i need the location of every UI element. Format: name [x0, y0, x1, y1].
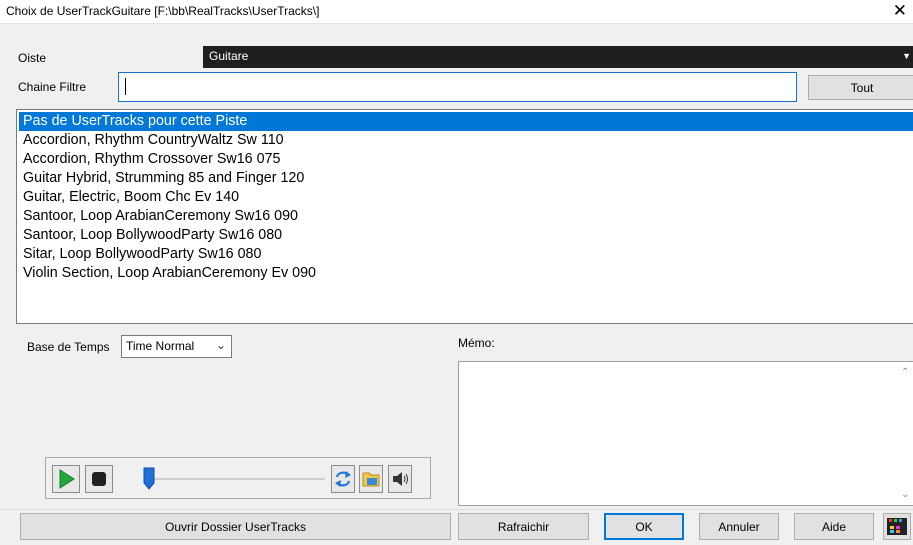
folder-save-icon [362, 472, 380, 487]
chevron-down-icon: ⌄ [215, 338, 226, 352]
piste-dropdown[interactable]: Guitare ▼ [203, 46, 913, 68]
ok-button[interactable]: OK [604, 513, 684, 540]
text-caret [125, 78, 126, 95]
position-track [149, 478, 325, 480]
memo-scrollbar[interactable]: ⌃ ⌄ [898, 362, 913, 505]
list-item[interactable]: Santoor, Loop ArabianCeremony Sw16 090 [19, 207, 913, 226]
cancel-button[interactable]: Annuler [699, 513, 779, 540]
title-bar: Choix de UserTrackGuitare [F:\bb\RealTra… [0, 0, 913, 24]
timebase-dropdown[interactable]: Time Normal ⌄ [121, 335, 232, 358]
stop-button[interactable] [85, 465, 113, 493]
piste-label: Oiste [18, 51, 47, 65]
list-item[interactable]: Accordion, Rhythm CountryWaltz Sw 110 [19, 131, 913, 150]
list-item[interactable]: Santoor, Loop BollywoodParty Sw16 080 [19, 226, 913, 245]
scroll-down-icon[interactable]: ⌄ [901, 489, 909, 500]
memo-label: Mémo: [458, 336, 495, 350]
timebase-label: Base de Temps [27, 340, 110, 354]
all-button[interactable]: Tout [808, 75, 913, 100]
list-item[interactable]: Guitar, Electric, Boom Chc Ev 140 [19, 188, 913, 207]
list-item[interactable]: Violin Section, Loop ArabianCeremony Ev … [19, 264, 913, 283]
loop-button[interactable] [331, 465, 355, 493]
list-item[interactable]: Accordion, Rhythm Crossover Sw16 075 [19, 150, 913, 169]
filter-label: Chaine Filtre [18, 80, 87, 94]
save-button[interactable] [359, 465, 383, 493]
help-button[interactable]: Aide [794, 513, 874, 540]
volume-button[interactable] [388, 465, 412, 493]
transport-panel [45, 457, 431, 499]
list-item[interactable]: Pas de UserTracks pour cette Piste [19, 112, 913, 131]
close-icon[interactable]: ✕ [893, 1, 907, 21]
play-icon [59, 469, 75, 489]
dropdown-arrow-icon: ▼ [902, 51, 911, 61]
loop-icon [335, 471, 351, 487]
divider [0, 509, 913, 510]
position-slider-thumb[interactable] [143, 467, 155, 490]
window-title: Choix de UserTrackGuitare [F:\bb\RealTra… [6, 4, 320, 18]
clapper-button[interactable] [883, 513, 911, 540]
open-folder-button[interactable]: Ouvrir Dossier UserTracks [20, 513, 451, 540]
speaker-icon [393, 472, 408, 486]
usertracks-list[interactable]: Pas de UserTracks pour cette Piste Accord… [16, 109, 913, 324]
clapperboard-icon [887, 518, 907, 535]
memo-textarea[interactable]: ⌃ ⌄ [458, 361, 913, 506]
refresh-button[interactable]: Rafraichir [458, 513, 589, 540]
list-item[interactable]: Sitar, Loop BollywoodParty Sw16 080 [19, 245, 913, 264]
filter-input[interactable] [118, 72, 797, 102]
stop-icon [92, 472, 106, 486]
play-button[interactable] [52, 465, 80, 493]
list-item[interactable]: Guitar Hybrid, Strumming 85 and Finger 1… [19, 169, 913, 188]
timebase-value: Time Normal [126, 339, 195, 353]
piste-value: Guitare [209, 49, 249, 63]
scroll-up-icon[interactable]: ⌃ [901, 367, 909, 378]
